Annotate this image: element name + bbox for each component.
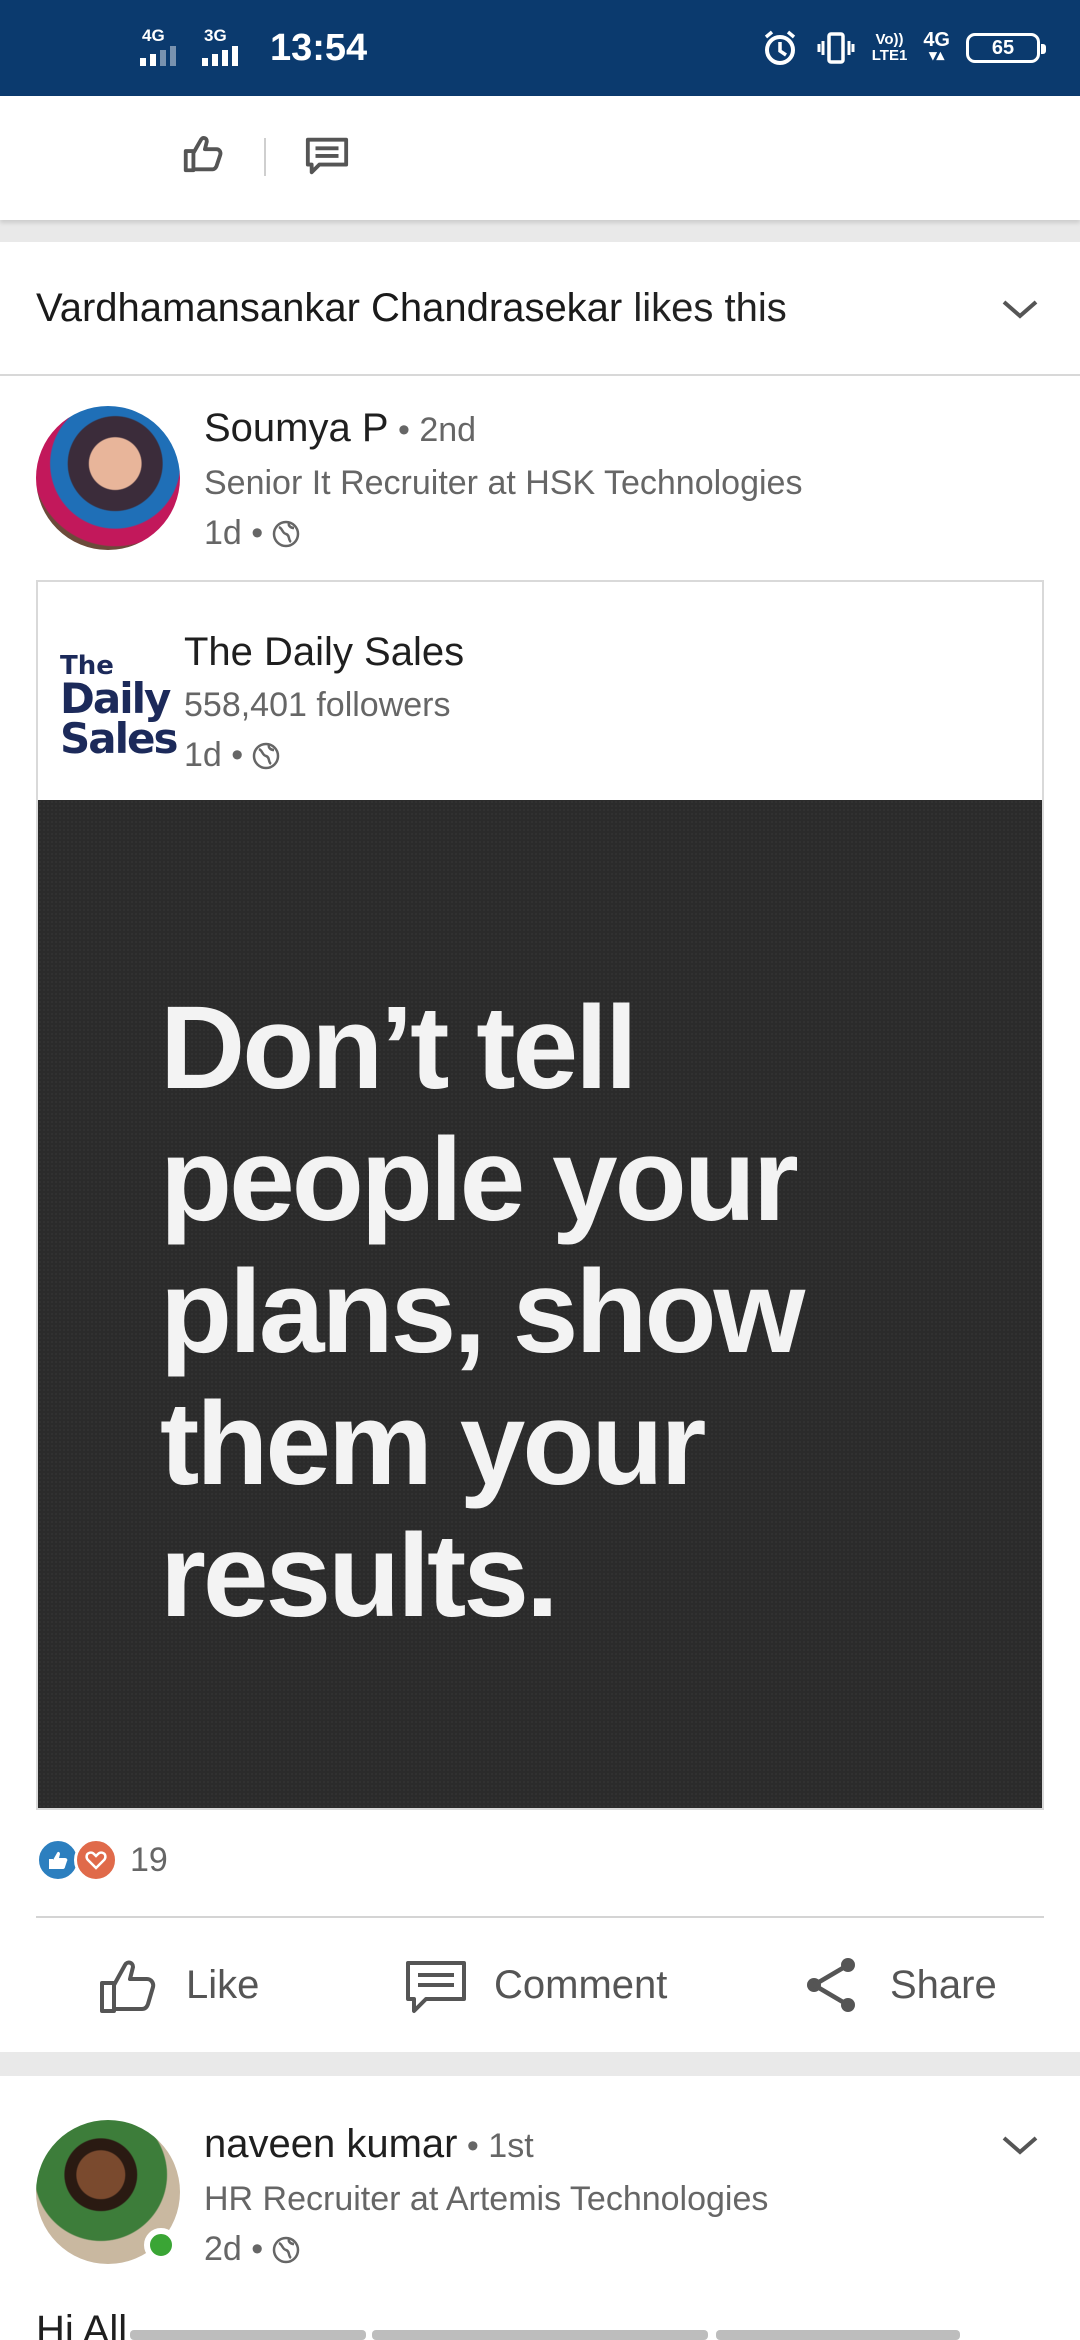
avatar[interactable] (36, 406, 180, 550)
status-bar: 4G 3G 13:54 Vo)) LTE1 4G ▾▴ 65 (0, 0, 1080, 96)
post-time: 1d • (204, 514, 301, 553)
share-label: Share (890, 1962, 997, 2007)
page-name[interactable]: The Daily Sales (184, 630, 464, 675)
clock: 13:54 (270, 26, 368, 69)
logo-sales: Sales (60, 713, 178, 763)
vibrate-icon (817, 32, 855, 64)
like-icon (100, 1960, 156, 2013)
author-name[interactable]: naveen kumar (204, 2122, 457, 2166)
company-logo[interactable]: The Daily Sales (60, 653, 178, 763)
liker-suffix: likes this (622, 286, 787, 330)
like-icon[interactable] (180, 130, 226, 176)
connection-degree: • 2nd (388, 411, 477, 449)
post-image[interactable]: Don’t tell people your plans, show them … (38, 800, 1042, 1808)
signal-4g-icon: 4G (140, 24, 188, 72)
connection-degree: • 1st (457, 2127, 534, 2165)
post-actions: Like Comment Share (0, 1918, 1080, 2052)
post-image-quote: Don’t tell people your plans, show them … (160, 982, 805, 1642)
feed-post: Vardhamansankar Chandrasekar likes this … (0, 242, 1080, 2052)
author-line: naveen kumar • 1st (204, 2122, 534, 2167)
follower-count: 558,401 followers (184, 686, 451, 724)
comment-label: Comment (494, 1962, 668, 2007)
comment-icon (406, 1961, 466, 2013)
shared-post-time-text: 1d • (184, 736, 244, 774)
volte-top: Vo)) (875, 31, 904, 48)
status-right: Vo)) LTE1 4G ▾▴ 65 (760, 0, 1046, 96)
logo-daily: Daily (60, 673, 171, 723)
liker-name[interactable]: Vardhamansankar Chandrasekar (36, 286, 622, 330)
comment-icon[interactable] (304, 132, 350, 178)
data-4g-indicator: 4G ▾▴ (923, 29, 950, 64)
previous-post-actions (0, 96, 1080, 220)
share-button[interactable]: Share (800, 1918, 997, 2052)
author-name[interactable]: Soumya P (204, 406, 389, 450)
social-context: Vardhamansankar Chandrasekar likes this (0, 242, 1080, 376)
globe-icon (252, 742, 280, 769)
like-label: Like (186, 1962, 260, 2007)
author-headline: Senior It Recruiter at HSK Technologies (204, 464, 803, 502)
love-reaction-icon (74, 1838, 118, 1882)
shared-post[interactable]: The Daily Sales The Daily Sales 558,401 … (36, 580, 1044, 1810)
signal-3g-icon: 3G (202, 24, 250, 72)
shared-post-time: 1d • (184, 736, 281, 775)
volte-indicator: Vo)) LTE1 (872, 32, 908, 64)
battery-level: 65 (991, 36, 1015, 59)
loading-placeholder (130, 2330, 366, 2340)
author-line: Soumya P • 2nd (204, 406, 476, 451)
feed-post: naveen kumar • 1st HR Recruiter at Artem… (0, 2076, 1080, 2340)
status-left: 4G 3G 13:54 (140, 0, 367, 96)
action-divider (264, 138, 266, 176)
post-time-text: 2d • (204, 2230, 264, 2268)
online-status-indicator (144, 2228, 178, 2262)
post-time-text: 1d • (204, 514, 264, 552)
loading-placeholder (716, 2330, 960, 2340)
chevron-down-icon[interactable] (998, 2124, 1042, 2168)
volte-bottom: LTE1 (871, 47, 908, 64)
net-label-1: 4G (142, 26, 165, 45)
battery-icon: 65 (966, 33, 1046, 63)
net-label-3: 4G (923, 29, 950, 51)
comment-button[interactable]: Comment (404, 1918, 667, 2052)
net-label-2: 3G (204, 26, 227, 45)
alarm-icon (764, 30, 795, 65)
avatar[interactable] (36, 2120, 180, 2264)
reaction-count: 19 (130, 1840, 168, 1879)
social-context-text: Vardhamansankar Chandrasekar likes this (36, 286, 787, 331)
post-text: Hi All (36, 2308, 128, 2340)
post-time: 2d • (204, 2230, 301, 2269)
loading-placeholder (372, 2330, 708, 2340)
reaction-summary[interactable]: 19 (36, 1838, 168, 1882)
author-headline: HR Recruiter at Artemis Technologies (204, 2180, 769, 2218)
globe-icon (272, 2236, 300, 2263)
globe-icon (272, 520, 300, 547)
like-button[interactable]: Like (96, 1918, 259, 2052)
share-icon (807, 1958, 855, 2012)
chevron-down-icon[interactable] (998, 288, 1042, 332)
